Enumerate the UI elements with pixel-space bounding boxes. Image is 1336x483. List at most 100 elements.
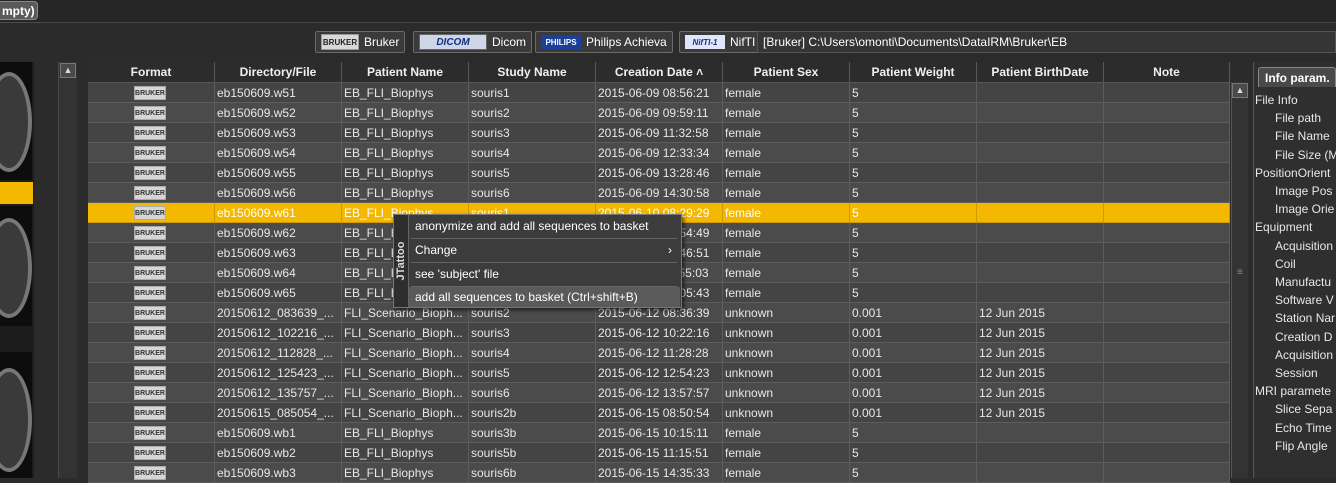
bruker-format-button[interactable]: BRUKER Bruker: [315, 31, 406, 53]
table-row[interactable]: BRUKER 20150615_085054_... FLI_Scenario_Bi…: [88, 403, 1230, 423]
tree-leaf[interactable]: Image Pos: [1275, 182, 1336, 201]
table-cell: EB_FLI_Biophys: [342, 83, 469, 103]
table-cell: [1104, 343, 1230, 363]
tree-group[interactable]: File Info: [1255, 91, 1336, 110]
menu-anonymize-add-basket[interactable]: anonymize and add all sequences to baske…: [409, 215, 680, 237]
nifti-format-button[interactable]: NifTI-1 NifTI: [679, 31, 762, 53]
table-row[interactable]: BRUKER eb150609.w54 EB_FLI_Biophys souris4 2…: [88, 143, 1230, 163]
philips-format-button[interactable]: PHILIPS Philips Achieva: [535, 31, 673, 53]
tree-leaf[interactable]: Flip Angle: [1275, 437, 1336, 456]
bruker-logo-icon: BRUKER: [134, 166, 166, 180]
table-row[interactable]: BRUKER 20150612_135757_... FLI_Scenario_Bi…: [88, 383, 1230, 403]
tree-group[interactable]: MRI paramete: [1255, 382, 1336, 401]
table-cell: [977, 203, 1104, 223]
column-header[interactable]: Patient Sex: [723, 62, 850, 82]
table-cell: 5: [850, 423, 977, 443]
bruker-logo-icon: BRUKER: [134, 206, 166, 220]
thumbnail-scrollbar[interactable]: ▲: [58, 62, 77, 478]
tree-leaf[interactable]: File path: [1275, 109, 1336, 128]
table-cell: female: [723, 183, 850, 203]
tree-leaf[interactable]: Echo Time: [1275, 419, 1336, 438]
table-cell: EB_FLI_Biophys: [342, 463, 469, 483]
scroll-up-icon[interactable]: ▲: [1232, 83, 1248, 98]
scroll-grip-icon[interactable]: ≡: [1237, 267, 1243, 278]
tree-leaf[interactable]: Acquisition: [1275, 237, 1336, 256]
table-row[interactable]: BRUKER eb150609.w53 EB_FLI_Biophys souris3 2…: [88, 123, 1230, 143]
table-row[interactable]: BRUKER eb150609.w55 EB_FLI_Biophys souris5 2…: [88, 163, 1230, 183]
tree-leaf[interactable]: Slice Sepa: [1275, 400, 1336, 419]
menu-change[interactable]: Change ›: [409, 239, 680, 261]
table-row[interactable]: BRUKER 20150612_102216_... FLI_Scenario_Bi…: [88, 323, 1230, 343]
bruker-logo-icon: BRUKER: [134, 266, 166, 280]
table-cell: 2015-06-15 08:50:54: [596, 403, 723, 423]
column-header[interactable]: Study Name: [469, 62, 596, 82]
table-cell: 20150615_085054_...: [215, 403, 342, 423]
format-cell: BRUKER: [88, 443, 215, 463]
table-cell: [1104, 463, 1230, 483]
table-cell: [977, 443, 1104, 463]
tree-leaf[interactable]: Image Orie: [1275, 200, 1336, 219]
menu-add-all-to-basket[interactable]: add all sequences to basket (Ctrl+shift+…: [409, 287, 680, 307]
nifti-logo-icon: NifTI-1: [685, 35, 725, 49]
tree-leaf[interactable]: Software V: [1275, 291, 1336, 310]
current-path-field[interactable]: [Bruker] C:\Users\omonti\Documents\DataI…: [757, 31, 1336, 53]
column-header[interactable]: Creation Date ˄: [596, 62, 723, 82]
table-cell: female: [723, 203, 850, 223]
bruker-logo-icon: BRUKER: [134, 226, 166, 240]
basket-tab[interactable]: mpty): [0, 1, 38, 20]
table-cell: eb150609.w63: [215, 243, 342, 263]
table-row[interactable]: BRUKER eb150609.wb1 EB_FLI_Biophys souris3b…: [88, 423, 1230, 443]
tree-leaf[interactable]: Acquisition: [1275, 346, 1336, 365]
table-cell: [1104, 383, 1230, 403]
tree-leaf[interactable]: Session: [1275, 364, 1336, 383]
table-cell: souris5b: [469, 443, 596, 463]
mri-thumbnail[interactable]: [0, 352, 32, 478]
column-header[interactable]: Patient Weight: [850, 62, 977, 82]
table-row[interactable]: BRUKER eb150609.wb2 EB_FLI_Biophys souris5b…: [88, 443, 1230, 463]
tree-leaf[interactable]: Creation D: [1275, 328, 1336, 347]
bruker-logo-icon: BRUKER: [134, 106, 166, 120]
table-cell: 5: [850, 103, 977, 123]
table-row[interactable]: BRUKER 20150612_112828_... FLI_Scenario_Bi…: [88, 343, 1230, 363]
mri-thumbnail[interactable]: [0, 62, 32, 180]
column-header[interactable]: Format: [88, 62, 215, 82]
tree-leaf[interactable]: Station Nar: [1275, 309, 1336, 328]
table-cell: female: [723, 463, 850, 483]
table-row[interactable]: BRUKER eb150609.w52 EB_FLI_Biophys souris2 2…: [88, 103, 1230, 123]
column-header[interactable]: Note: [1104, 62, 1230, 82]
table-cell: eb150609.w51: [215, 83, 342, 103]
table-row[interactable]: BRUKER eb150609.w51 EB_FLI_Biophys souris1 2…: [88, 83, 1230, 103]
tree-leaf[interactable]: File Name: [1275, 127, 1336, 146]
column-header[interactable]: Patient BirthDate: [977, 62, 1104, 82]
format-cell: BRUKER: [88, 123, 215, 143]
philips-logo-icon: PHILIPS: [541, 35, 581, 49]
tree-leaf[interactable]: Coil: [1275, 255, 1336, 274]
mri-thumbnail[interactable]: [0, 206, 32, 326]
table-row[interactable]: BRUKER eb150609.wb3 EB_FLI_Biophys souris6b…: [88, 463, 1230, 483]
bruker-logo-icon: BRUKER: [134, 86, 166, 100]
tree-leaf[interactable]: Manufactu: [1275, 273, 1336, 292]
table-scrollbar[interactable]: ▲ ≡: [1231, 82, 1248, 478]
table-row[interactable]: BRUKER eb150609.w56 EB_FLI_Biophys souris6 2…: [88, 183, 1230, 203]
table-cell: eb150609.w62: [215, 223, 342, 243]
tree-group[interactable]: PositionOrient: [1255, 164, 1336, 183]
scroll-up-icon[interactable]: ▲: [60, 63, 76, 78]
tree-group[interactable]: Equipment: [1255, 218, 1336, 237]
table-cell: 5: [850, 123, 977, 143]
column-header[interactable]: Patient Name: [342, 62, 469, 82]
table-cell: 0.001: [850, 343, 977, 363]
table-row[interactable]: BRUKER 20150612_125423_... FLI_Scenario_Bi…: [88, 363, 1230, 383]
table-cell: female: [723, 123, 850, 143]
column-header[interactable]: Directory/File: [215, 62, 342, 82]
table-cell: female: [723, 243, 850, 263]
table-cell: female: [723, 283, 850, 303]
menu-see-subject-file[interactable]: see 'subject' file: [409, 263, 680, 285]
tree-leaf[interactable]: File Size (M: [1275, 146, 1336, 165]
table-cell: [1104, 423, 1230, 443]
dicom-format-button[interactable]: DICOM Dicom: [413, 31, 533, 53]
bruker-logo-icon: BRUKER: [134, 386, 166, 400]
table-cell: 0.001: [850, 323, 977, 343]
tab-info-param[interactable]: Info param.: [1258, 67, 1336, 87]
table-cell: [1104, 83, 1230, 103]
table-cell: souris3b: [469, 423, 596, 443]
